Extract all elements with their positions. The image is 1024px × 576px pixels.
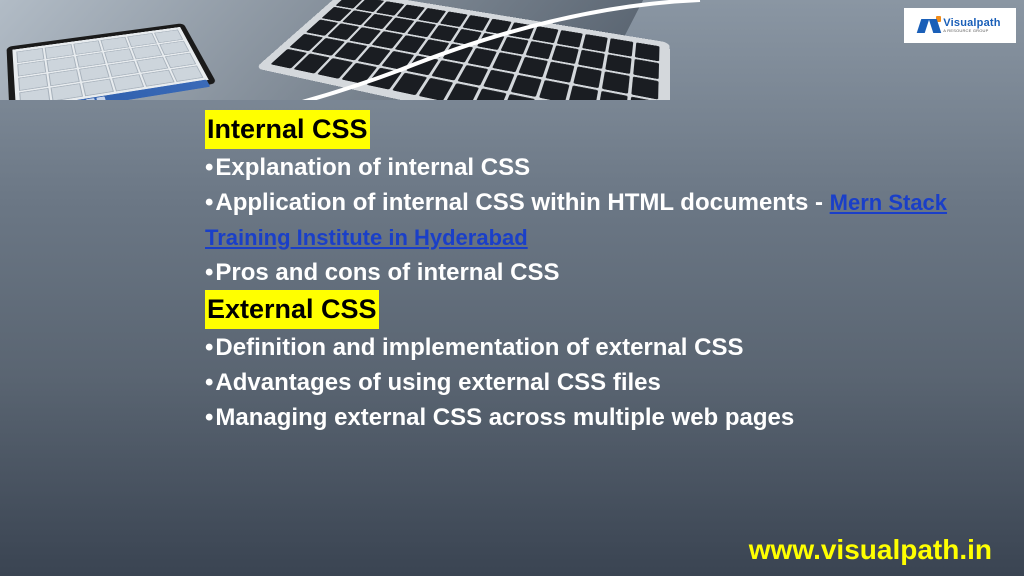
logo-tagline: A RESOURCE GROUP: [943, 29, 1000, 33]
banner-image: [0, 0, 1024, 100]
bullet-item: Pros and cons of internal CSS: [205, 256, 995, 291]
brand-logo: Visualpath A RESOURCE GROUP: [904, 8, 1016, 43]
heading-internal-css: Internal CSS: [205, 110, 370, 149]
bullet-item: Application of internal CSS within HTML …: [205, 186, 995, 256]
bullet-item: Managing external CSS across multiple we…: [205, 401, 995, 436]
bullet-item: Advantages of using external CSS files: [205, 366, 995, 401]
footer-website-url: www.visualpath.in: [749, 534, 992, 566]
bullet-item: Explanation of internal CSS: [205, 151, 995, 186]
bullet-text-prefix: Application of internal CSS within HTML …: [215, 189, 829, 216]
bullet-item: Definition and implementation of externa…: [205, 331, 995, 366]
heading-external-css: External CSS: [205, 290, 379, 329]
logo-mark-icon: [919, 17, 939, 35]
slide-content: Internal CSS Explanation of internal CSS…: [205, 110, 995, 436]
